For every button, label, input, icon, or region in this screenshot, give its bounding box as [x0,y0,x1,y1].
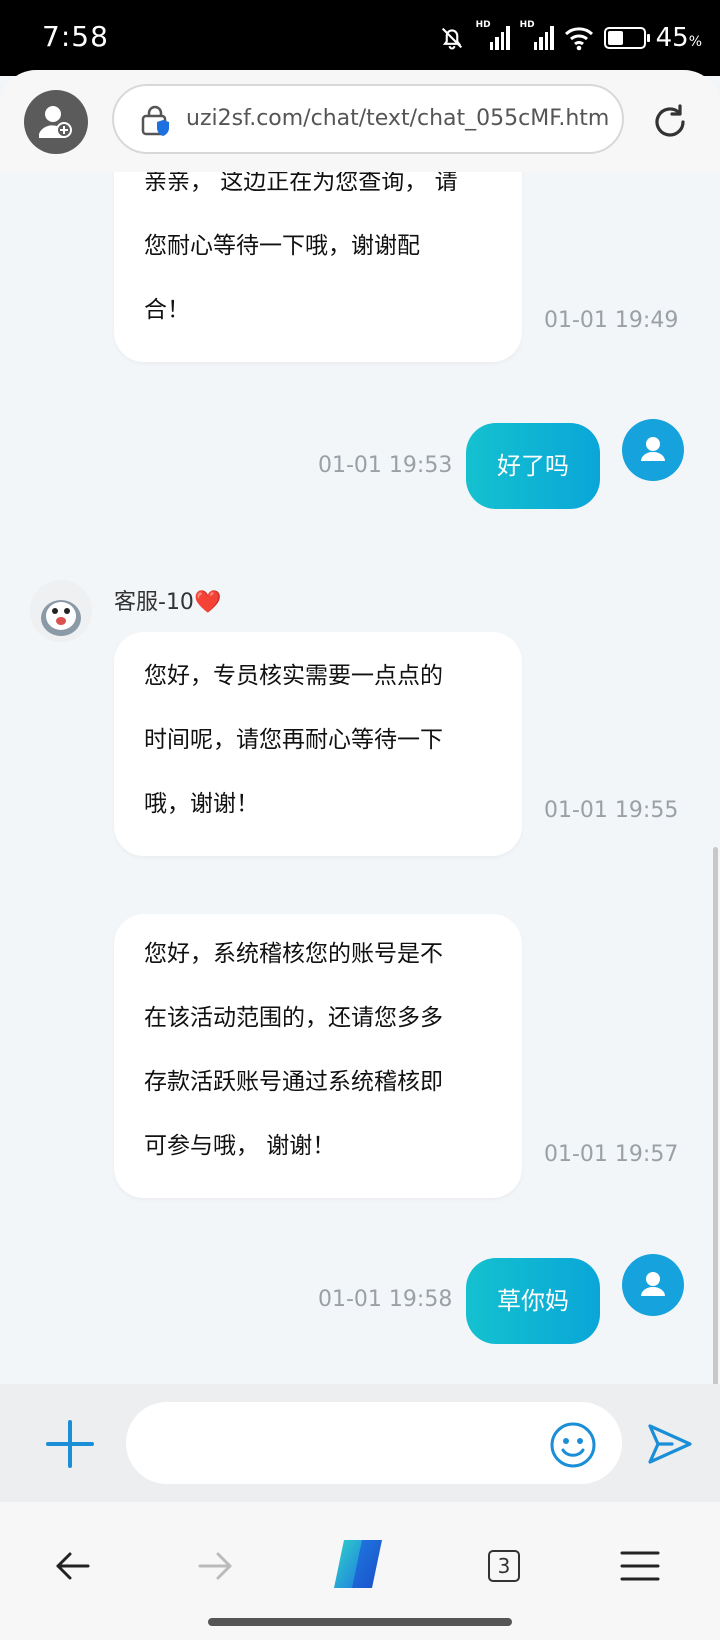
message-line: 哦，谢谢！ [144,791,259,817]
wifi-icon [564,27,593,51]
message-line: 您好，系统稽核您的账号是不 [144,941,443,967]
message-bubble-user: 草你妈 [466,1258,600,1344]
address-bar[interactable]: uzi2sf.com/chat/text/chat_055cMF.htm [112,84,624,154]
user-avatar[interactable] [622,1254,684,1316]
message-bubble-agent: 亲亲， 这边正在为您查询， 请 您耐心等待一下哦，谢谢配 合！ [114,172,522,362]
message-time: 01-01 19:49 [544,308,679,333]
shield-lock-icon[interactable] [140,104,170,138]
browser-bottom-nav: 3 [0,1502,720,1640]
status-time: 7:58 [42,20,109,53]
message-time: 01-01 19:58 [318,1287,453,1312]
home-indicator [208,1618,512,1626]
message-composer [0,1384,720,1502]
user-icon [641,437,665,461]
profile-add-icon [39,106,72,138]
scrollbar[interactable] [713,847,718,1384]
back-arrow-icon [56,1552,90,1580]
send-icon[interactable] [646,1422,694,1466]
menu-icon [620,1551,660,1581]
status-icons: HD HD 45% [438,18,702,58]
message-line: 您耐心等待一下哦，谢谢配 [144,233,420,259]
message-line: 您好，专员核实需要一点点的 [144,663,443,689]
message-line: 亲亲， 这边正在为您查询， 请 [144,172,458,195]
message-bubble-agent: 您好，专员核实需要一点点的 时间呢，请您再耐心等待一下 哦，谢谢！ [114,632,522,856]
profile-button[interactable] [24,90,88,154]
message-line: 存款活跃账号通过系统稽核即 [144,1069,443,1095]
message-line: 在该活动范围的，还请您多多 [144,1005,443,1031]
back-button[interactable] [44,1538,100,1594]
chat-area[interactable]: 亲亲， 这边正在为您查询， 请 您耐心等待一下哦，谢谢配 合！ 01-01 19… [0,172,720,1384]
heart-icon: ❤️ [193,590,222,615]
message-line: 时间呢，请您再耐心等待一下 [144,727,443,753]
agent-avatar[interactable] [30,580,92,642]
message-line: 可参与哦， 谢谢！ [144,1133,336,1159]
agent-name: 客服-10❤️ [114,590,222,615]
user-avatar[interactable] [622,419,684,481]
reload-icon[interactable] [650,102,690,142]
message-time: 01-01 19:55 [544,798,679,823]
message-line: 合！ [144,297,190,323]
user-icon [641,1272,665,1296]
plus-icon[interactable] [44,1418,96,1470]
agent-avatar-image [30,580,92,642]
url-text: uzi2sf.com/chat/text/chat_055cMF.htm [186,106,610,131]
browser-toolbar: uzi2sf.com/chat/text/chat_055cMF.htm [0,70,720,172]
message-time: 01-01 19:53 [318,453,453,478]
message-time: 01-01 19:57 [544,1142,679,1167]
emoji-icon[interactable] [548,1420,598,1470]
message-bubble-agent: 您好，系统稽核您的账号是不 在该活动范围的，还请您多多 存款活跃账号通过系统稽核… [114,914,522,1198]
battery-icon [603,27,650,49]
signal-icon: HD [476,20,510,50]
copilot-button[interactable] [326,1534,390,1594]
signal-icon: HD [520,20,554,50]
forward-arrow-icon [198,1552,232,1580]
bell-off-icon [441,27,462,50]
tabs-button[interactable]: 3 [476,1538,532,1594]
forward-button[interactable] [188,1538,244,1594]
battery-percent: 45% [655,23,702,53]
status-bar: 7:58 HD HD 45% [0,0,720,76]
copilot-logo-icon [334,1540,382,1588]
tabs-icon: 3 [488,1550,520,1582]
menu-button[interactable] [612,1538,668,1594]
message-bubble-user: 好了吗 [466,423,600,509]
